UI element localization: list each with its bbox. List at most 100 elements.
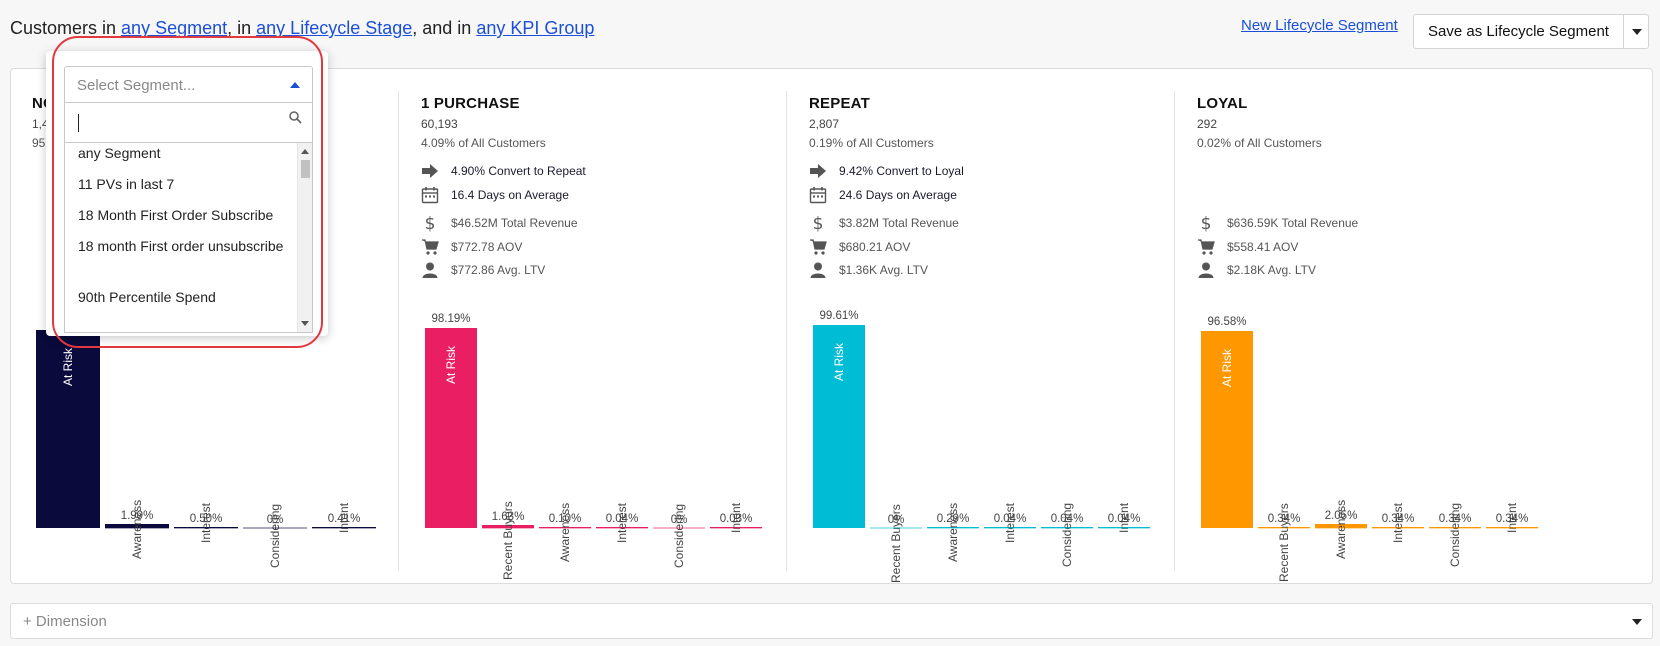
segment-option[interactable]: any Segment — [78, 143, 288, 164]
filter-sep-1: , in — [227, 18, 252, 38]
arrow-right-icon — [421, 162, 439, 180]
column-divider — [786, 91, 787, 571]
segment-search-input[interactable] — [64, 103, 313, 143]
stage-customer-share: 0.19% of All Customers — [809, 136, 934, 150]
chart-baseline — [1315, 527, 1367, 529]
svg-text:$: $ — [813, 214, 824, 232]
chart-baseline — [653, 527, 705, 529]
chart-category-label: Interest — [199, 502, 213, 543]
chart-baseline — [1098, 527, 1150, 529]
segment-link[interactable]: any Segment — [121, 18, 227, 38]
chart-baseline — [539, 527, 591, 529]
scrollbar[interactable] — [297, 143, 312, 332]
user-icon — [1197, 261, 1215, 279]
segment-select-placeholder: Select Segment... — [77, 77, 196, 94]
chart-baseline — [174, 527, 238, 529]
calendar-icon — [809, 186, 827, 204]
search-icon — [289, 111, 302, 124]
chart-bar-category-label: At Risk — [444, 345, 458, 384]
user-icon — [809, 261, 827, 279]
chart-category-label: Considering — [268, 503, 282, 568]
dimension-selector[interactable]: + Dimension — [10, 603, 1653, 639]
stage-column-loyal: LOYAL 292 0.02% of All Customers $ $636.59K … — [1176, 69, 1587, 585]
calendar-icon — [421, 186, 439, 204]
chart-baseline — [927, 527, 979, 529]
new-lifecycle-segment-link[interactable]: New Lifecycle Segment — [1241, 17, 1398, 34]
segment-option[interactable]: 11 PVs in last 7 — [78, 174, 288, 195]
cart-icon — [1197, 238, 1215, 256]
app-root: Customers in any Segment, in any Lifecyc… — [0, 0, 1660, 646]
stage-metric-text: 9.42% Convert to Loyal — [839, 164, 964, 178]
stage-customer-count: 292 — [1197, 117, 1218, 131]
scroll-up-icon[interactable] — [301, 149, 309, 154]
chevron-down-icon — [1632, 619, 1642, 625]
chart-category-label: Awareness — [130, 499, 144, 559]
stage-metric-text: $680.21 AOV — [839, 240, 911, 254]
svg-text:$: $ — [425, 214, 436, 232]
save-lifecycle-segment-button-group: Save as Lifecycle Segment — [1413, 14, 1649, 49]
chart-category-label: Awareness — [946, 502, 960, 562]
chart-bar-category-label: At Risk — [1220, 348, 1234, 387]
stage-customer-count: 2,807 — [809, 117, 840, 131]
chart-category-label: Recent Buyers — [501, 500, 515, 580]
chart-category-label: Recent Buyers — [889, 504, 903, 583]
stage-title: 1 PURCHASE — [421, 95, 520, 112]
stage-column-1-purchase: 1 PURCHASE 60,193 4.09% of All Customers 4.… — [400, 69, 811, 585]
chart-category-label: Considering — [672, 503, 686, 568]
scrollbar-thumb[interactable] — [301, 160, 310, 178]
chart-category-label: Interest — [615, 502, 629, 543]
save-options-toggle[interactable] — [1623, 15, 1649, 48]
chart-baseline — [1486, 527, 1538, 529]
filter-sep-2: , and in — [412, 18, 472, 38]
chart-bar-value-label: 96.58% — [1207, 315, 1247, 328]
chart-baseline — [596, 527, 648, 529]
chart-category-label: Interest — [1391, 502, 1405, 543]
stage-customer-share: 4.09% of All Customers — [421, 136, 546, 150]
filter-prefix: Customers in — [10, 18, 117, 38]
stage-metric-text: $2.18K Avg. LTV — [1227, 263, 1316, 277]
segment-filter-sentence: Customers in any Segment, in any Lifecyc… — [10, 18, 594, 39]
column-divider — [398, 91, 399, 571]
dollar-icon: $ — [809, 214, 827, 234]
chart-category-label: Interest — [1003, 502, 1017, 543]
chart-baseline — [1258, 527, 1310, 529]
chart-category-label: Considering — [1448, 502, 1462, 567]
user-icon — [421, 261, 439, 279]
lifecycle-stage-link[interactable]: any Lifecycle Stage — [256, 18, 412, 38]
save-lifecycle-segment-button[interactable]: Save as Lifecycle Segment — [1414, 15, 1623, 48]
stage-title: LOYAL — [1197, 95, 1248, 112]
segment-option[interactable]: 18 month First order unsubscribe — [78, 236, 288, 257]
stage-title: REPEAT — [809, 95, 870, 112]
stage-metric-text: $772.86 Avg. LTV — [451, 263, 546, 277]
chart-baseline — [482, 527, 534, 529]
cart-icon — [421, 238, 439, 256]
text-cursor — [78, 114, 79, 132]
chart-bar-value-label: 98.19% — [431, 312, 471, 325]
segment-option[interactable]: 90th Percentile Spend — [78, 287, 288, 308]
segment-option[interactable]: 18 Month First Order Subscribe — [78, 205, 288, 226]
segment-select[interactable]: Select Segment... — [64, 66, 313, 103]
svg-text:$: $ — [1201, 214, 1212, 232]
stage-metric-text: $772.78 AOV — [451, 240, 523, 254]
chart-baseline — [870, 527, 922, 529]
chart-baseline — [243, 527, 307, 529]
stage-metric-text: $558.41 AOV — [1227, 240, 1299, 254]
chart-baseline — [105, 527, 169, 529]
dollar-icon: $ — [1197, 214, 1215, 234]
chevron-down-icon — [1632, 29, 1642, 35]
scroll-down-icon[interactable] — [301, 321, 309, 326]
chart-baseline — [312, 527, 376, 529]
stage-customer-count: 60,193 — [421, 117, 458, 131]
stage-customer-share: 0.02% of All Customers — [1197, 136, 1322, 150]
stage-column-repeat: REPEAT 2,807 0.19% of All Customers 9.42% C… — [788, 69, 1199, 585]
chart-category-label: Considering — [1060, 502, 1074, 567]
arrow-right-icon — [809, 162, 827, 180]
segment-options-list: any Segment 11 PVs in last 7 18 Month Firs… — [64, 143, 313, 333]
stage-metric-text: $3.82M Total Revenue — [839, 216, 959, 230]
stage-metric-text: 16.4 Days on Average — [451, 188, 569, 202]
chart-baseline — [984, 527, 1036, 529]
chart-category-label: Recent Buyers — [1277, 502, 1291, 582]
dimension-label: + Dimension — [23, 613, 107, 630]
chart-baseline — [1372, 527, 1424, 529]
kpi-group-link[interactable]: any KPI Group — [476, 18, 594, 38]
